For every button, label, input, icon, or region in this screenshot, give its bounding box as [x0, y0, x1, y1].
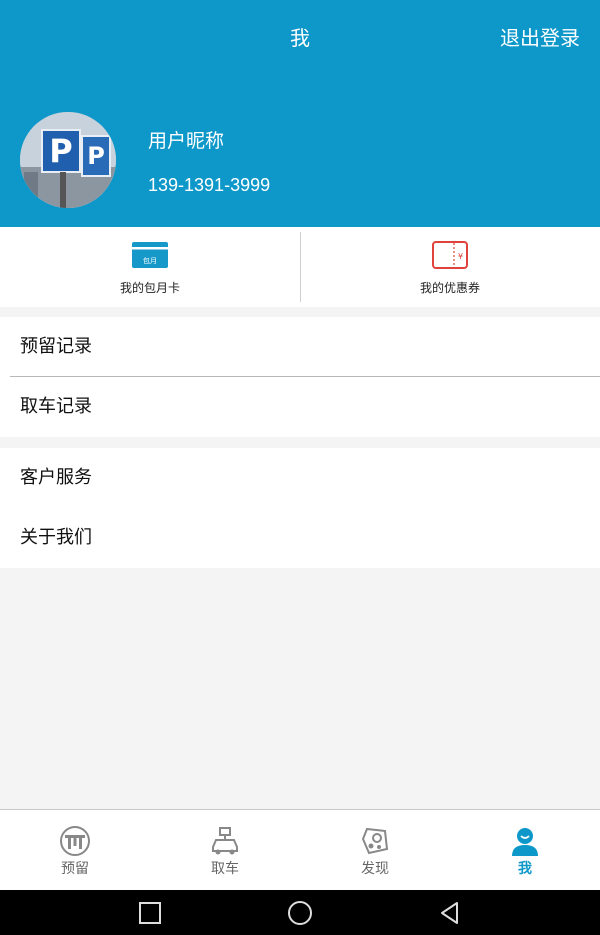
tab-label: 预留	[61, 861, 89, 877]
tab-label: 发现	[361, 861, 389, 877]
profile-header: 我 退出登录 P P 用户昵称 139-1391-3999	[0, 0, 600, 227]
reserve-icon	[60, 826, 90, 856]
tab-label: 取车	[211, 861, 239, 877]
tab-reserve[interactable]: 预留	[0, 810, 150, 890]
discover-icon	[361, 827, 389, 855]
logout-button[interactable]: 退出登录	[500, 22, 580, 51]
tab-pickup[interactable]: 取车	[150, 810, 300, 890]
parking-sign-photo-icon: P P	[20, 112, 116, 208]
coupon-label: 我的优惠券	[419, 281, 480, 295]
home-button[interactable]	[225, 900, 375, 926]
square-icon	[139, 901, 161, 924]
circle-icon	[288, 900, 312, 925]
coupon-icon: ¥	[432, 241, 468, 269]
back-triangle-icon	[441, 901, 458, 924]
menu-group-support: 客户服务 关于我们	[0, 448, 600, 568]
menu-group-records: 预留记录 取车记录	[0, 317, 600, 437]
menu-item-label: 关于我们	[20, 527, 92, 548]
svg-text:¥: ¥	[458, 252, 463, 261]
menu-item-label: 取车记录	[20, 396, 92, 417]
recent-apps-button[interactable]	[75, 901, 225, 925]
tab-me[interactable]: 我	[450, 810, 600, 890]
monthly-card-icon: 包月	[132, 242, 168, 268]
tab-label: 我	[518, 861, 532, 877]
menu-item-pickup-records[interactable]: 取车记录	[0, 377, 600, 437]
svg-text:P: P	[49, 132, 72, 170]
monthly-card-label: 我的包月卡	[119, 281, 180, 295]
back-button[interactable]	[375, 901, 525, 925]
tab-discover[interactable]: 发现	[300, 810, 450, 890]
card-shortcuts: 包月 我的包月卡 ¥ 我的优惠券	[0, 227, 600, 307]
user-nickname: 用户昵称	[148, 130, 225, 152]
coupon-button[interactable]: ¥ 我的优惠券	[300, 227, 600, 307]
menu-item-label: 预留记录	[20, 336, 92, 357]
avatar[interactable]: P P	[20, 112, 116, 208]
svg-text:P: P	[87, 142, 105, 170]
menu-item-customer-service[interactable]: 客户服务	[0, 448, 600, 508]
user-icon	[512, 828, 538, 856]
monthly-card-button[interactable]: 包月 我的包月卡	[0, 227, 300, 307]
bottom-tab-bar: 预留 取车 发现 我	[0, 809, 600, 890]
menu-item-label: 客户服务	[20, 467, 92, 488]
system-navigation-bar	[0, 890, 600, 935]
menu-item-about-us[interactable]: 关于我们	[0, 508, 600, 568]
user-phone: 139-1391-3999	[148, 175, 271, 195]
svg-text:包月: 包月	[143, 256, 157, 265]
car-pickup-icon	[212, 827, 238, 855]
menu-item-reservation-records[interactable]: 预留记录	[0, 317, 600, 377]
